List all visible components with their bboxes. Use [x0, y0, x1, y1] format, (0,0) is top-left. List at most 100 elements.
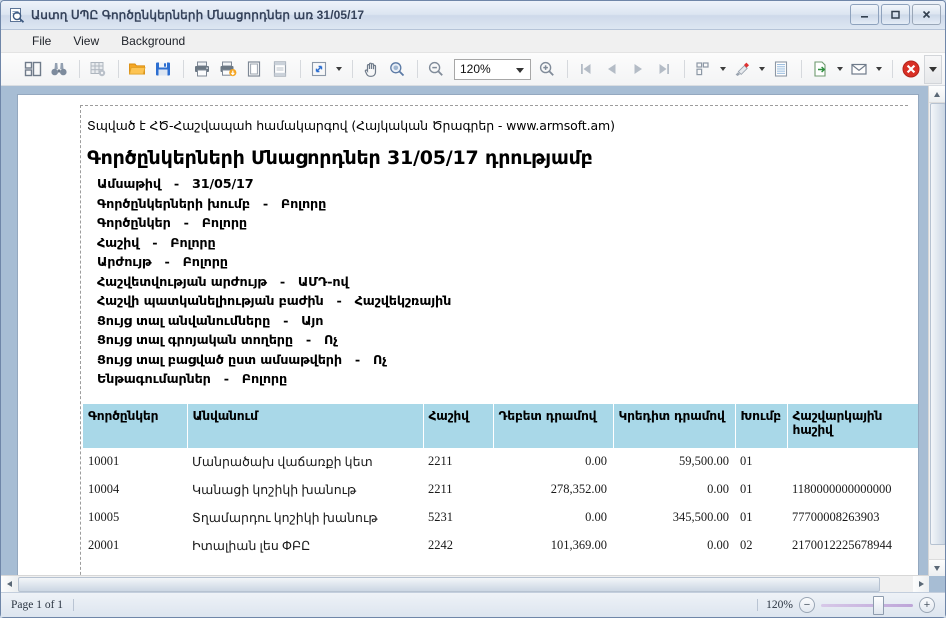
minimize-icon [861, 16, 868, 18]
zoom-slider[interactable] [821, 596, 913, 615]
zoom-slider-knob[interactable] [873, 596, 884, 615]
horizontal-scrollbar[interactable] [1, 575, 929, 592]
close-button[interactable] [912, 4, 941, 25]
report-parameters: Ամսաթիվ - 31/05/17 Գործընկերների խումբ -… [83, 175, 908, 390]
scroll-right-arrow-icon[interactable] [913, 576, 929, 592]
cell-account: 2242 [428, 538, 453, 552]
header-footer-icon[interactable] [268, 57, 292, 81]
first-page-icon[interactable] [574, 57, 598, 81]
table-row: 10001 Մանրածախ վաճառքի կետ 2211 0.00 59,… [83, 448, 918, 476]
menu-item-view[interactable]: View [64, 31, 108, 51]
thumbnails-panel-icon[interactable] [21, 57, 45, 81]
parameter-value: 31/05/17 [191, 177, 254, 192]
column-header-settlement-account[interactable]: Հաշվարկային հաշիվ [787, 403, 918, 448]
close-icon [922, 10, 931, 19]
find-binoculars-icon[interactable] [47, 57, 71, 81]
send-via-email-icon[interactable] [847, 57, 871, 81]
parameter-value: Ոչ [323, 333, 338, 348]
toolbar-overflow-icon[interactable] [924, 55, 942, 84]
save-disk-icon[interactable] [151, 57, 175, 81]
page-setup-icon[interactable] [242, 57, 266, 81]
cell-group: 01 [740, 482, 753, 496]
export-chevron-down-icon[interactable] [834, 57, 845, 81]
cell-credit: 0.00 [707, 538, 729, 552]
vertical-scrollbar[interactable] [928, 86, 945, 576]
column-header-partner[interactable]: Գործընկեր [83, 403, 188, 448]
page-color-icon[interactable] [730, 57, 754, 81]
export-document-icon[interactable] [808, 57, 832, 81]
cell-name: Իտալիան լես ՓԲԸ [192, 538, 311, 553]
cell-credit: 59,500.00 [679, 454, 729, 468]
close-preview-icon[interactable] [899, 57, 923, 81]
zoom-out-icon[interactable] [424, 57, 448, 81]
print-icon[interactable] [190, 57, 214, 81]
multiple-pages-icon[interactable] [691, 57, 715, 81]
parameter-value: Բոլորը [182, 255, 228, 270]
column-header-group[interactable]: Խումբ [735, 403, 788, 448]
toolbar-separator [183, 60, 184, 78]
column-header-debit[interactable]: Դեբետ դրամով [493, 403, 614, 448]
menu-item-file[interactable]: File [23, 31, 60, 51]
page-color-chevron-down-icon[interactable] [756, 57, 767, 81]
zoom-level-combobox[interactable]: 120% [454, 58, 531, 80]
scroll-down-arrow-icon[interactable] [929, 559, 945, 576]
cell-group: 02 [740, 538, 753, 552]
toolbar-separator [79, 60, 80, 78]
table-row: 10005 Տղամարդու կոշիկի խանութ 5231 0.00 … [83, 504, 918, 532]
cell-partner: 20001 [88, 538, 120, 552]
parameter-label: Հաշիվ [97, 235, 140, 251]
status-bar: Page 1 of 1 120% − + [1, 592, 945, 617]
toolbar-separator [417, 60, 418, 78]
last-page-icon[interactable] [652, 57, 676, 81]
previous-page-icon[interactable] [600, 57, 624, 81]
email-chevron-down-icon[interactable] [873, 57, 884, 81]
zoom-in-button[interactable]: + [919, 597, 935, 613]
quick-print-icon[interactable] [216, 57, 240, 81]
document-title: Գործընկերների Մնացորդներ 31/05/17 դրությ… [87, 147, 593, 169]
watermark-icon[interactable] [769, 57, 793, 81]
next-page-icon[interactable] [626, 57, 650, 81]
multiple-pages-chevron-down-icon[interactable] [717, 57, 728, 81]
hand-tool-icon[interactable] [359, 57, 383, 81]
scroll-up-arrow-icon[interactable] [929, 86, 945, 103]
vertical-scroll-thumb[interactable] [930, 103, 945, 545]
column-header-account[interactable]: Հաշիվ [423, 403, 494, 448]
grid-settings-icon[interactable] [86, 57, 110, 81]
cell-name: Տղամարդու կոշիկի խանութ [192, 510, 378, 525]
zoom-in-icon[interactable] [535, 57, 559, 81]
scale-icon[interactable] [307, 57, 331, 81]
maximize-icon [891, 10, 900, 19]
column-header-credit[interactable]: Կրեդիտ դրամով [613, 403, 736, 448]
partner-balances-table: Գործընկեր Անվանում Հաշիվ Դեբետ դրամով Կր… [83, 403, 918, 560]
parameter-label: Գործընկերների խումբ [97, 196, 250, 212]
scroll-left-arrow-icon[interactable] [1, 576, 17, 592]
zoom-out-button[interactable]: − [799, 597, 815, 613]
parameter-value: Բոլորը [201, 216, 247, 231]
toolbar: 120% [1, 53, 945, 86]
parameter-row: Ենթագումարներ - Բոլորը [97, 370, 908, 390]
parameter-row: Հաշիվ - Բոլորը [97, 234, 908, 254]
parameter-sep: - [155, 255, 179, 270]
cell-debit: 101,369.00 [550, 538, 607, 552]
minimize-button[interactable] [850, 4, 879, 25]
parameter-label: Արժույթ [97, 255, 152, 270]
menu-item-background[interactable]: Background [112, 31, 194, 51]
horizontal-scroll-thumb[interactable] [18, 577, 880, 592]
cell-settlement-account: 2170012225678944 [792, 538, 892, 552]
parameter-row: Հաշվի պատկանելիության բաժին - Հաշվեկշռայ… [97, 292, 908, 312]
parameter-row: Գործընկերների խումբ - Բոլորը [97, 195, 908, 215]
parameter-row: Գործընկեր - Բոլորը [97, 214, 908, 234]
column-header-name[interactable]: Անվանում [187, 403, 424, 448]
cell-partner: 10001 [88, 454, 120, 468]
parameter-sep: - [327, 294, 351, 309]
open-folder-icon[interactable] [125, 57, 149, 81]
cell-partner: 10005 [88, 510, 120, 524]
maximize-button[interactable] [881, 4, 910, 25]
cell-credit: 345,500.00 [672, 510, 729, 524]
magnifier-tool-icon[interactable] [385, 57, 409, 81]
scale-dropdown-chevron-down-icon[interactable] [333, 57, 344, 81]
cell-group: 01 [740, 510, 753, 524]
report-preview-window: Աստղ ՍՊԸ Գործընկերների Մնացորդներ առ 31/… [0, 0, 946, 618]
cell-debit: 278,352.00 [550, 482, 607, 496]
cell-settlement-account: 77700008263903 [792, 510, 880, 524]
